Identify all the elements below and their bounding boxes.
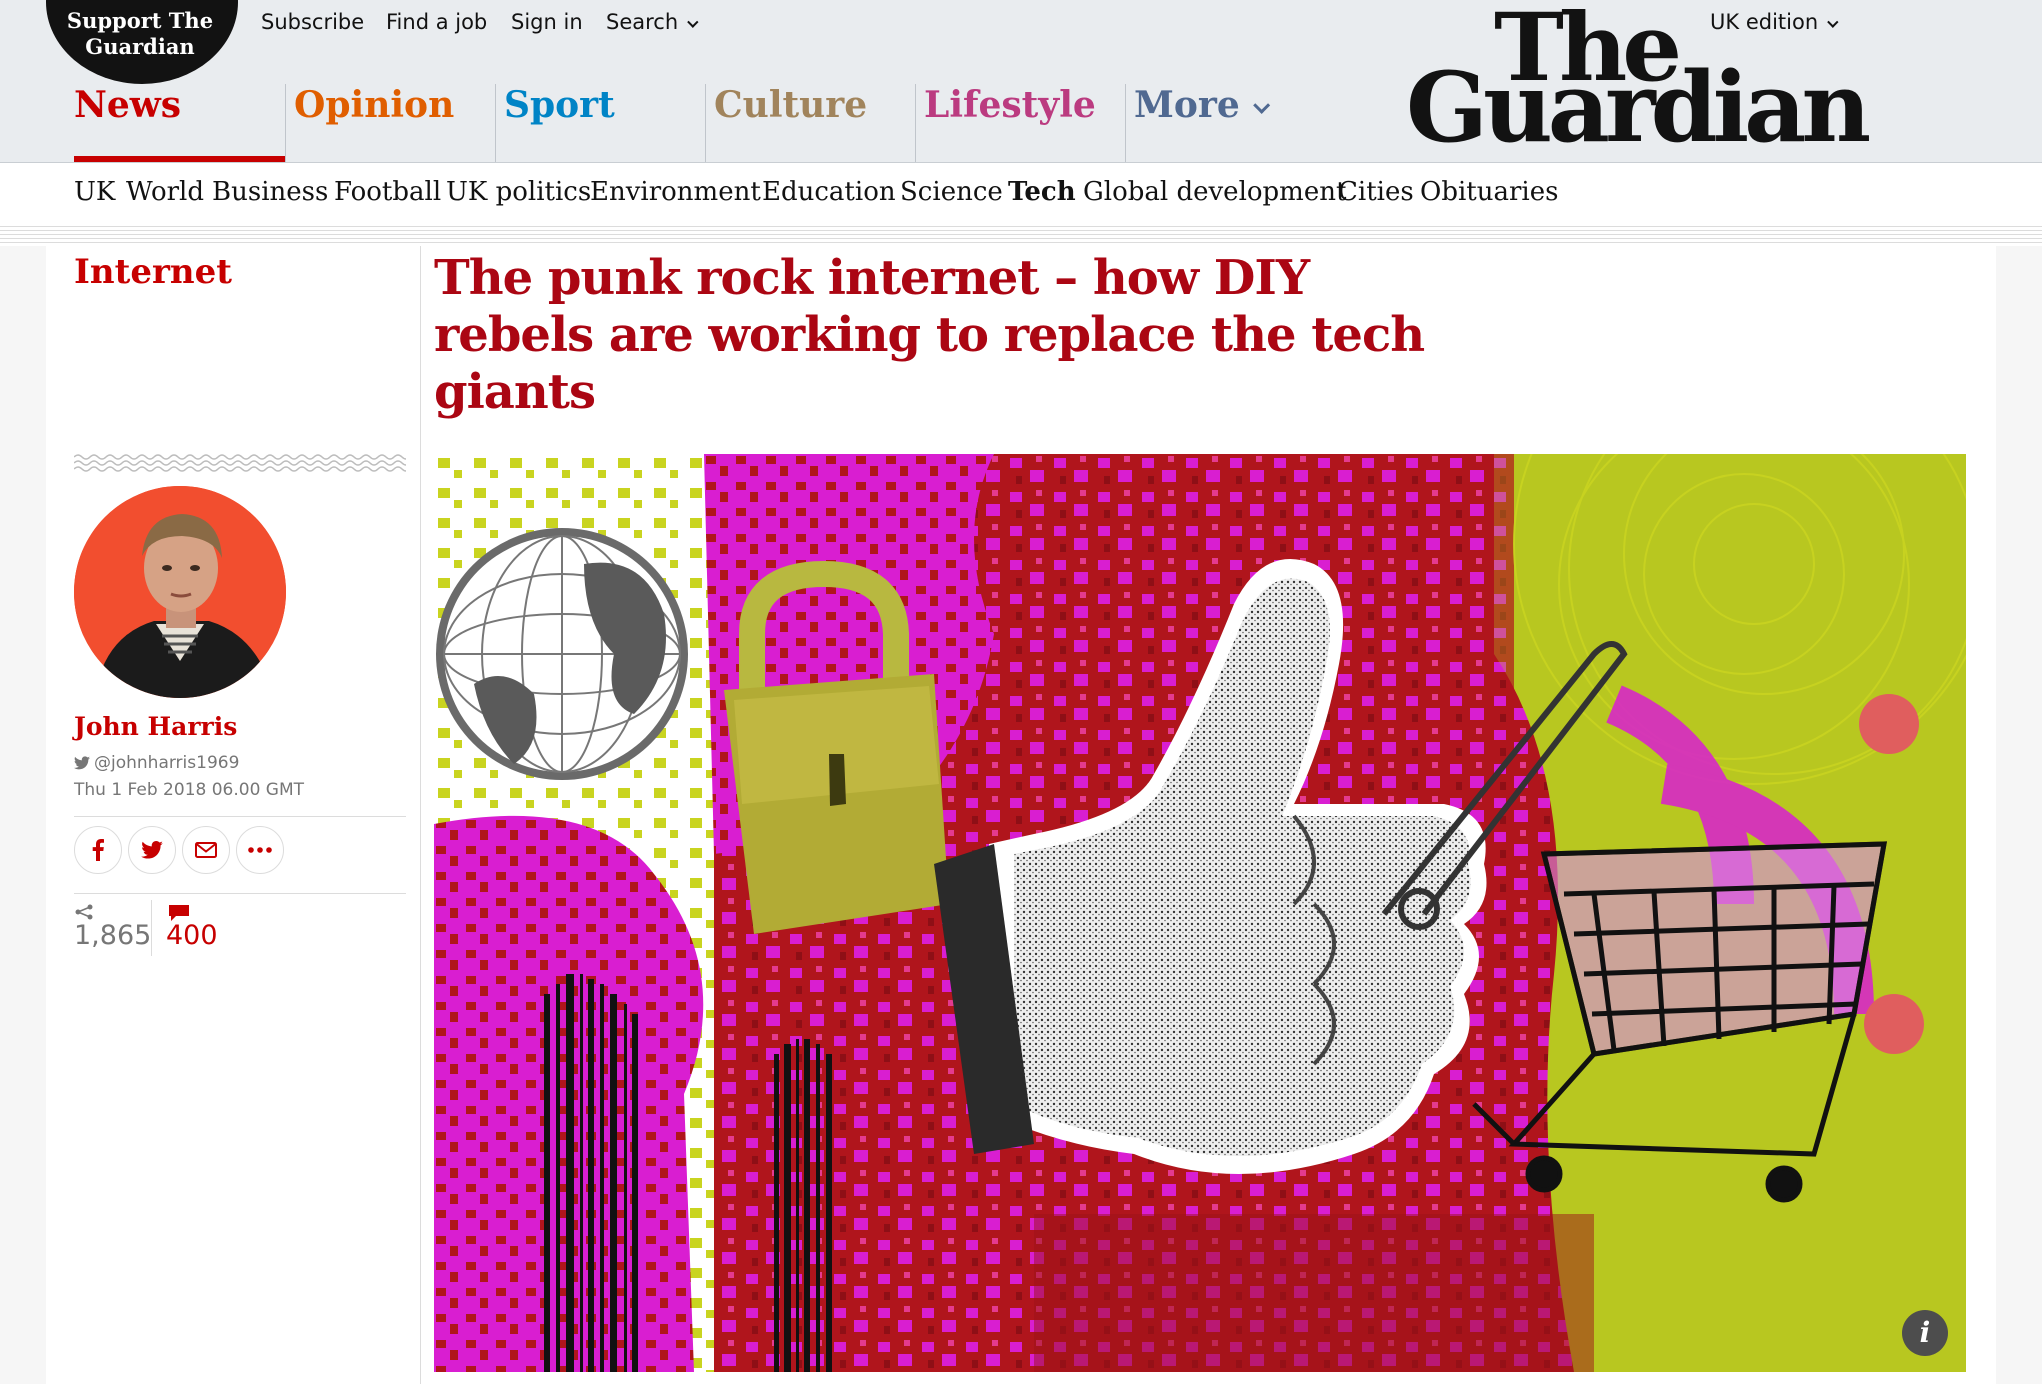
share-icon — [75, 904, 93, 920]
guardian-logo[interactable]: The Guardian — [1400, 0, 1871, 164]
subnav-cities[interactable]: Cities — [1338, 177, 1414, 207]
subnav-uk[interactable]: UK — [74, 177, 115, 207]
pillar-news[interactable]: News — [66, 84, 286, 162]
more-text: More — [1134, 84, 1240, 126]
share-count: 1,865 — [74, 920, 152, 951]
subnav-obituaries[interactable]: Obituaries — [1420, 177, 1558, 207]
twitter-icon — [141, 841, 163, 859]
hero-illustration — [434, 454, 1966, 1372]
search-label: Search — [606, 10, 679, 34]
hero-image[interactable] — [434, 454, 1966, 1372]
author-portrait-image — [74, 486, 286, 698]
subnav-football[interactable]: Football — [334, 177, 441, 207]
search-link[interactable]: Search — [606, 10, 699, 34]
share-more-button[interactable] — [236, 826, 284, 874]
pillar-culture-label: Culture — [714, 84, 868, 126]
share-facebook-button[interactable] — [74, 826, 122, 874]
pillar-sport[interactable]: Sport — [495, 84, 705, 162]
globe-graphic — [436, 528, 688, 780]
pillar-nav: News Opinion Sport Culture Lifestyle Mor… — [0, 84, 1300, 162]
subnav-education[interactable]: Education — [762, 177, 896, 207]
section-subnav: UK World Business Football UK politics E… — [0, 163, 2042, 225]
header-divider — [0, 226, 2042, 246]
sign-in-link[interactable]: Sign in — [511, 10, 583, 34]
wavy-divider — [74, 454, 406, 472]
pillar-news-label: News — [74, 84, 182, 126]
logo-guardian: Guardian — [1406, 51, 1871, 164]
pillar-opinion-label: Opinion — [294, 84, 455, 126]
caption-peek — [434, 1374, 1034, 1384]
column-divider — [420, 246, 421, 1384]
email-icon — [195, 842, 217, 858]
author-avatar[interactable] — [74, 486, 286, 698]
meta-divider — [74, 893, 406, 894]
pillar-culture[interactable]: Culture — [705, 84, 915, 162]
pillar-sport-label: Sport — [504, 84, 615, 126]
subnav-environment[interactable]: Environment — [590, 177, 761, 207]
pillar-lifestyle-label: Lifestyle — [924, 84, 1096, 126]
section-label[interactable]: Internet — [74, 252, 232, 292]
pillar-more-label: More — [1134, 84, 1270, 126]
pillar-opinion[interactable]: Opinion — [285, 84, 495, 162]
chevron-down-icon — [1252, 96, 1270, 114]
find-a-job-link[interactable]: Find a job — [386, 10, 487, 34]
author-name[interactable]: John Harris — [74, 712, 237, 741]
twitter-handle[interactable]: @johnharris1969 — [74, 753, 239, 773]
twitter-icon — [74, 756, 90, 770]
support-label[interactable]: Support The Guardian — [60, 8, 220, 60]
meta-divider — [74, 816, 406, 817]
twitter-handle-text: @johnharris1969 — [94, 753, 240, 773]
subnav-uk-politics[interactable]: UK politics — [446, 177, 591, 207]
subnav-business[interactable]: Business — [212, 177, 328, 207]
comment-count[interactable]: 400 — [166, 920, 218, 951]
facebook-icon — [92, 839, 104, 861]
more-dots-icon — [248, 847, 272, 853]
image-info-button[interactable]: i — [1902, 1310, 1948, 1356]
share-twitter-button[interactable] — [128, 826, 176, 874]
active-pillar-indicator — [74, 156, 286, 162]
subnav-world[interactable]: World — [126, 177, 204, 207]
publish-date: Thu 1 Feb 2018 06.00 GMT — [74, 780, 305, 800]
share-email-button[interactable] — [182, 826, 230, 874]
subscribe-link[interactable]: Subscribe — [261, 10, 364, 34]
subnav-tech[interactable]: Tech — [1008, 177, 1076, 207]
site-header: Support The Guardian Subscribe Find a jo… — [0, 0, 2042, 163]
article-headline: The punk rock internet – how DIY rebels … — [434, 250, 1425, 420]
pillar-lifestyle[interactable]: Lifestyle — [915, 84, 1125, 162]
subnav-science[interactable]: Science — [900, 177, 1003, 207]
subnav-global-development[interactable]: Global development — [1083, 177, 1346, 207]
chevron-down-icon — [687, 16, 699, 28]
count-divider — [151, 900, 152, 956]
pillar-more[interactable]: More — [1125, 84, 1275, 162]
